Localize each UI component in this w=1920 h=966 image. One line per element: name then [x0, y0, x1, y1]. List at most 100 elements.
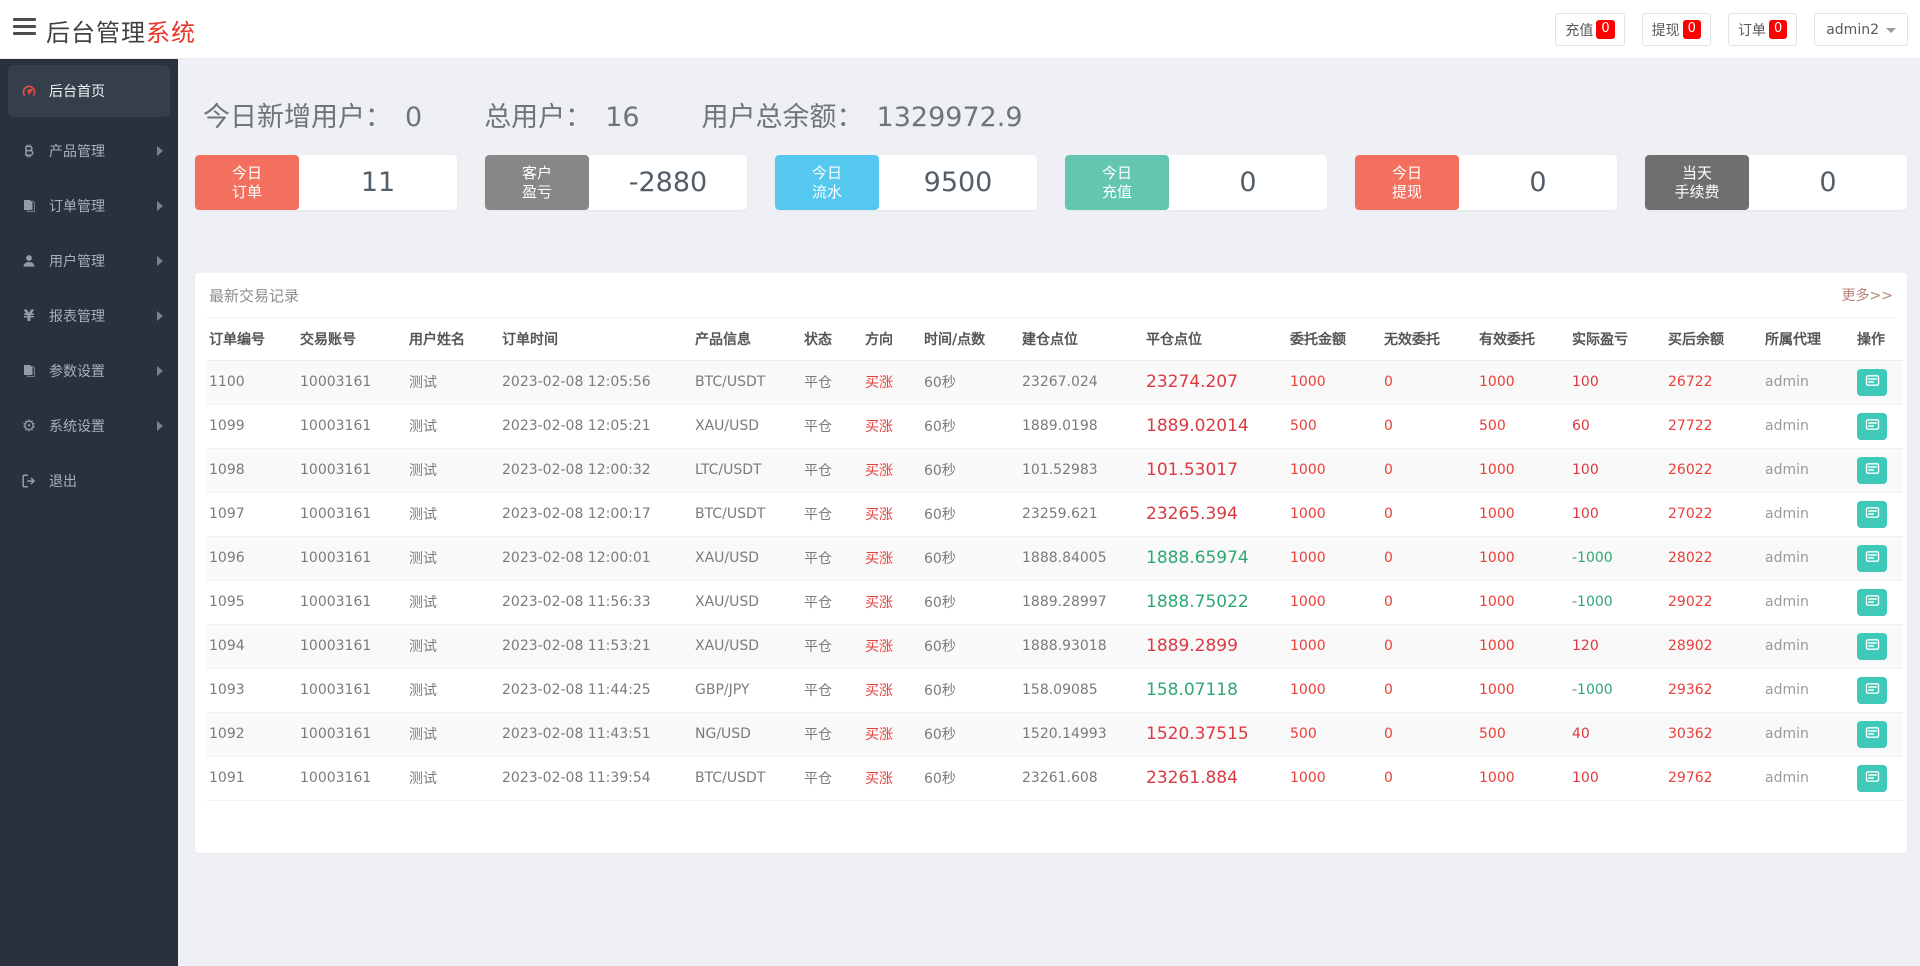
cell-name: 测试	[407, 492, 500, 536]
header-actions: 充值0 提现0 订单0 admin2	[1555, 0, 1908, 59]
cell-agent: admin	[1763, 360, 1855, 404]
hamburger-menu-icon[interactable]	[13, 18, 36, 40]
header-action-提现[interactable]: 提现0	[1642, 13, 1711, 46]
table-row: 109910003161测试2023-02-08 12:05:21XAU/USD…	[207, 404, 1903, 448]
cell-open: 1888.93018	[1020, 624, 1144, 668]
sidebar-item-用户管理[interactable]: 用户管理	[0, 233, 178, 288]
cell-status: 平仓	[802, 756, 863, 800]
cell-close: 23261.884	[1144, 756, 1288, 800]
action-form-icon	[1865, 549, 1880, 567]
chevron-right-icon	[157, 256, 163, 266]
cell-close: 101.53017	[1144, 448, 1288, 492]
sidebar-item-报表管理[interactable]: ¥报表管理	[0, 288, 178, 343]
cell-balance: 29762	[1666, 756, 1763, 800]
cell-pnl: 120	[1570, 624, 1666, 668]
panel-title: 最新交易记录	[209, 285, 299, 306]
cell-open: 1889.28997	[1020, 580, 1144, 624]
cell-invalid: 0	[1382, 712, 1477, 756]
cell-product: BTC/USDT	[693, 492, 802, 536]
cell-action	[1855, 756, 1903, 800]
cell-valid: 1000	[1477, 492, 1570, 536]
cell-account: 10003161	[298, 580, 407, 624]
table-row: 109710003161测试2023-02-08 12:00:17BTC/USD…	[207, 492, 1903, 536]
sidebar-item-订单管理[interactable]: 订单管理	[0, 178, 178, 233]
row-detail-button[interactable]	[1857, 677, 1887, 704]
cell-balance: 30362	[1666, 712, 1763, 756]
card-label: 今日流水	[775, 155, 879, 210]
stat-value: 1329972.9	[877, 100, 1023, 135]
sidebar-item-label: 参数设置	[49, 361, 105, 381]
cell-name: 测试	[407, 756, 500, 800]
top-header: 后台管理系统 充值0提现0订单0 admin2	[0, 0, 1920, 59]
cell-agent: admin	[1763, 404, 1855, 448]
cell-direction: 买涨	[863, 492, 922, 536]
cell-account: 10003161	[298, 624, 407, 668]
logout-icon	[20, 472, 38, 490]
column-header-action: 操作	[1855, 318, 1903, 360]
stat-label: 今日新增用户：	[203, 100, 392, 135]
cell-direction: 买涨	[863, 668, 922, 712]
cell-open: 23259.621	[1020, 492, 1144, 536]
cell-name: 测试	[407, 536, 500, 580]
row-detail-button[interactable]	[1857, 633, 1887, 660]
cell-name: 测试	[407, 448, 500, 492]
sidebar-item-后台首页[interactable]: 后台首页	[8, 65, 170, 117]
main-content: 今日新增用户：0总用户：16用户总余额：1329972.9 今日订单11客户盈亏…	[178, 59, 1920, 966]
cell-product: XAU/USD	[693, 624, 802, 668]
sidebar-item-系统设置[interactable]: ⚙系统设置	[0, 398, 178, 453]
column-header-name: 用户姓名	[407, 318, 500, 360]
column-header-open: 建仓点位	[1020, 318, 1144, 360]
trades-table: 订单编号交易账号用户姓名订单时间产品信息状态方向时间/点数建仓点位平仓点位委托金…	[207, 318, 1903, 801]
cell-direction: 买涨	[863, 756, 922, 800]
sidebar-item-参数设置[interactable]: 参数设置	[0, 343, 178, 398]
cell-invalid: 0	[1382, 580, 1477, 624]
cell-status: 平仓	[802, 492, 863, 536]
cell-agent: admin	[1763, 712, 1855, 756]
header-action-label: 提现	[1652, 20, 1680, 40]
more-link[interactable]: 更多>>	[1842, 285, 1893, 305]
cell-open: 1889.0198	[1020, 404, 1144, 448]
column-header-balance: 买后余额	[1666, 318, 1763, 360]
header-action-label: 充值	[1565, 20, 1593, 40]
cell-name: 测试	[407, 404, 500, 448]
summary-card-今日提现: 今日提现0	[1355, 155, 1617, 210]
cell-status: 平仓	[802, 360, 863, 404]
sidebar-item-产品管理[interactable]: 产品管理	[0, 123, 178, 178]
row-detail-button[interactable]	[1857, 765, 1887, 792]
table-row: 110010003161测试2023-02-08 12:05:56BTC/USD…	[207, 360, 1903, 404]
card-value: 0	[1169, 155, 1327, 210]
cell-time: 2023-02-08 11:39:54	[500, 756, 693, 800]
cell-status: 平仓	[802, 624, 863, 668]
cell-direction: 买涨	[863, 448, 922, 492]
row-detail-button[interactable]	[1857, 413, 1887, 440]
row-detail-button[interactable]	[1857, 545, 1887, 572]
cell-status: 平仓	[802, 580, 863, 624]
header-action-充值[interactable]: 充值0	[1555, 13, 1624, 46]
cell-product: XAU/USD	[693, 536, 802, 580]
cell-duration: 60秒	[922, 668, 1020, 712]
files-icon	[20, 197, 38, 215]
cell-invalid: 0	[1382, 404, 1477, 448]
card-label: 今日订单	[195, 155, 299, 210]
row-detail-button[interactable]	[1857, 369, 1887, 396]
sidebar-item-label: 用户管理	[49, 251, 105, 271]
row-detail-button[interactable]	[1857, 589, 1887, 616]
stat-今日新增用户: 今日新增用户：0	[203, 100, 422, 135]
bitcoin-icon	[20, 142, 38, 160]
cell-order_no: 1096	[207, 536, 298, 580]
row-detail-button[interactable]	[1857, 721, 1887, 748]
card-label: 客户盈亏	[485, 155, 589, 210]
row-detail-button[interactable]	[1857, 457, 1887, 484]
user-menu-button[interactable]: admin2	[1814, 13, 1908, 46]
row-detail-button[interactable]	[1857, 501, 1887, 528]
cell-close: 23265.394	[1144, 492, 1288, 536]
sidebar-item-退出[interactable]: 退出	[0, 453, 178, 508]
header-action-订单[interactable]: 订单0	[1728, 13, 1797, 46]
cell-valid: 1000	[1477, 360, 1570, 404]
cell-status: 平仓	[802, 448, 863, 492]
cell-duration: 60秒	[922, 536, 1020, 580]
summary-card-今日订单: 今日订单11	[195, 155, 457, 210]
cell-account: 10003161	[298, 360, 407, 404]
app-title-primary: 后台管理	[46, 19, 146, 47]
cell-action	[1855, 536, 1903, 580]
